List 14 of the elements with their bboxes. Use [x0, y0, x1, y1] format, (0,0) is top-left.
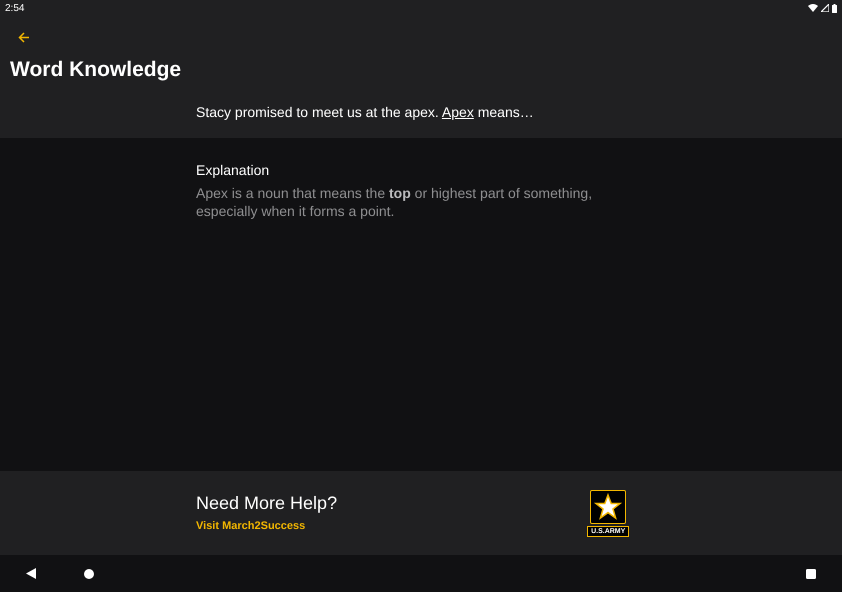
march2success-link[interactable]: Visit March2Success	[196, 520, 306, 532]
page-title: Word Knowledge	[10, 58, 182, 82]
help-heading: Need More Help?	[196, 492, 338, 514]
battery-icon	[832, 4, 837, 12]
back-nav-icon[interactable]	[26, 568, 36, 579]
recents-nav-icon[interactable]	[806, 568, 816, 578]
wifi-icon	[808, 4, 818, 12]
question-text: Stacy promised to meet us at the apex. Apex means…	[196, 104, 535, 120]
home-nav-icon[interactable]	[84, 568, 94, 578]
back-arrow-icon	[18, 32, 30, 43]
status-time: 2:54	[5, 2, 24, 14]
explanation-text: Apex is a noun that means the top or highest part of something, especially when it forms a point.	[196, 184, 594, 220]
signal-icon	[821, 4, 829, 12]
explanation-heading: Explanation	[196, 162, 270, 178]
